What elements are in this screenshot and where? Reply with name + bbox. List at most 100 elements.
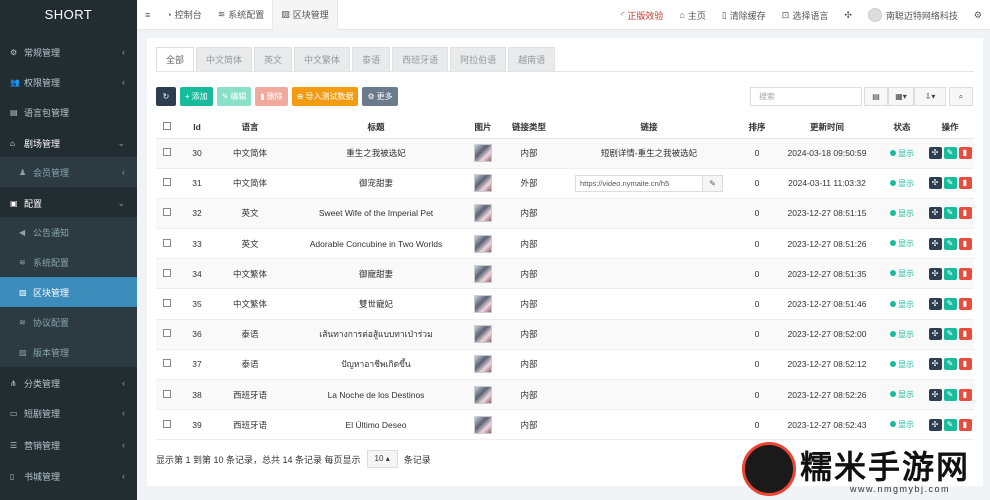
thumbnail-image[interactable] (474, 355, 492, 374)
row-delete-button[interactable]: ▮ (958, 237, 972, 250)
row-delete-button[interactable]: ▮ (958, 358, 972, 371)
row-delete-button[interactable]: ▮ (958, 298, 972, 311)
add-button[interactable]: + 添加 (180, 87, 213, 106)
import-test-data-button[interactable]: ⊕ 导入测试数据 (291, 87, 359, 106)
export-button[interactable]: ⇩▾ (914, 87, 946, 106)
link-url-field[interactable]: https://video.nymaite.cn/h5 ✎ (575, 174, 723, 192)
row-delete-button[interactable]: ▮ (958, 177, 972, 190)
sidebar-item[interactable]: ▯ 书城管理 ‹ (0, 461, 137, 491)
row-edit-button[interactable]: ✎ (943, 328, 957, 341)
search-toggle-button[interactable]: ⌕ (949, 87, 973, 106)
tab-sysconfig[interactable]: ≋ 系统配置 (210, 0, 273, 30)
app-logo[interactable]: SHORT (0, 0, 137, 30)
row-edit-button[interactable]: ✎ (943, 388, 957, 401)
row-select-cell[interactable] (156, 409, 178, 441)
drag-sort-button[interactable]: ✣ (928, 358, 942, 371)
drag-sort-button[interactable]: ✣ (928, 147, 942, 160)
thumbnail-image[interactable] (474, 415, 492, 434)
row-select-cell[interactable] (156, 349, 178, 381)
row-checkbox[interactable] (163, 148, 171, 157)
toggle-view-button[interactable]: ▤ (864, 87, 888, 106)
language-tab[interactable]: 中文简体 (196, 47, 253, 71)
row-select-cell[interactable] (156, 258, 178, 290)
row-checkbox[interactable] (163, 359, 171, 368)
drag-sort-button[interactable]: ✣ (928, 328, 942, 341)
sidebar-item[interactable]: ☰ 营销管理 ‹ (0, 430, 137, 460)
tab-blocks[interactable]: ▨ 区块管理 (272, 0, 338, 30)
thumbnail-image[interactable] (474, 295, 492, 314)
search-input[interactable]: 搜索 (750, 87, 862, 106)
drag-sort-button[interactable]: ✣ (928, 388, 942, 401)
thumbnail-image[interactable] (474, 204, 492, 223)
row-delete-button[interactable]: ▮ (958, 147, 972, 160)
row-checkbox[interactable] (163, 329, 171, 338)
row-select-cell[interactable] (156, 198, 178, 230)
sidebar-item[interactable]: ◀ 公告通知 (0, 217, 137, 247)
sidebar-item[interactable]: ▨ 版本管理 (0, 337, 137, 367)
page-size-select[interactable]: 10 ▴ (366, 450, 398, 468)
columns-button[interactable]: ▦▾ (888, 87, 914, 106)
drag-sort-button[interactable]: ✣ (928, 207, 942, 220)
language-tab[interactable]: 泰语 (352, 47, 391, 71)
sidebar-item[interactable]: ▣ 配置 ⌄ (0, 188, 137, 218)
thumbnail-image[interactable] (474, 174, 492, 193)
thumbnail-image[interactable] (474, 385, 492, 404)
language-tab[interactable]: 越南语 (508, 47, 556, 71)
settings-button[interactable]: ⚙ (966, 0, 990, 30)
row-edit-button[interactable]: ✎ (943, 267, 957, 280)
sidebar-item[interactable]: ▭ 短剧管理 ‹ (0, 398, 137, 428)
sidebar-item[interactable]: ▨ 区块管理 (0, 277, 137, 307)
drag-sort-button[interactable]: ✣ (928, 237, 942, 250)
row-edit-button[interactable]: ✎ (943, 418, 957, 431)
menu-toggle-button[interactable]: ≡ (137, 0, 158, 30)
row-edit-button[interactable]: ✎ (943, 147, 957, 160)
thumbnail-image[interactable] (474, 264, 492, 283)
language-tab[interactable]: 全部 (156, 47, 195, 71)
drag-sort-button[interactable]: ✣ (928, 418, 942, 431)
language-tab[interactable]: 阿拉伯语 (450, 47, 507, 71)
tab-dashboard[interactable]: ◔ 控制台 (158, 0, 209, 30)
select-all-header[interactable] (156, 116, 178, 139)
sidebar-item[interactable]: ≋ 系统配置 (0, 247, 137, 277)
sidebar-item[interactable]: ⋔ 分类管理 ‹ (0, 368, 137, 398)
language-select[interactable]: ⊡ 选择语言 (774, 0, 837, 30)
row-delete-button[interactable]: ▮ (958, 418, 972, 431)
sidebar-item[interactable]: ≋ 协议配置 (0, 307, 137, 337)
fullscreen-button[interactable]: ✣ (836, 0, 860, 30)
row-select-cell[interactable] (156, 138, 178, 169)
row-delete-button[interactable]: ▮ (958, 207, 972, 220)
row-select-cell[interactable] (156, 228, 178, 260)
user-menu[interactable]: 南聪迈特网络科技 (860, 0, 966, 30)
row-edit-button[interactable]: ✎ (943, 237, 957, 250)
row-checkbox[interactable] (163, 419, 171, 428)
home-link[interactable]: ⌂ 主页 (671, 0, 713, 30)
select-all-checkbox[interactable] (163, 121, 171, 130)
row-delete-button[interactable]: ▮ (958, 267, 972, 280)
row-checkbox[interactable] (163, 178, 171, 187)
sidebar-item[interactable]: 👥 权限管理 ‹ (0, 67, 137, 97)
drag-sort-button[interactable]: ✣ (928, 177, 942, 190)
row-checkbox[interactable] (163, 268, 171, 277)
sidebar-item[interactable]: ⚙ 常规管理 ‹ (0, 37, 137, 67)
more-button[interactable]: ⚙ 更多 (362, 87, 398, 106)
row-delete-button[interactable]: ▮ (958, 328, 972, 341)
row-delete-button[interactable]: ▮ (958, 388, 972, 401)
row-checkbox[interactable] (163, 389, 171, 398)
row-select-cell[interactable] (156, 379, 178, 411)
col-header-id[interactable]: Id (178, 116, 216, 139)
row-checkbox[interactable] (163, 208, 171, 217)
row-edit-button[interactable]: ✎ (943, 298, 957, 311)
row-checkbox[interactable] (163, 299, 171, 308)
thumbnail-image[interactable] (474, 234, 492, 253)
delete-button[interactable]: ▮ 删除 (255, 87, 288, 106)
drag-sort-button[interactable]: ✣ (928, 267, 942, 280)
row-edit-button[interactable]: ✎ (943, 207, 957, 220)
thumbnail-image[interactable] (474, 325, 492, 344)
language-tab[interactable]: 中文繁体 (294, 47, 351, 71)
row-edit-button[interactable]: ✎ (943, 177, 957, 190)
row-edit-button[interactable]: ✎ (943, 358, 957, 371)
refresh-button[interactable]: ↻ (156, 87, 176, 106)
language-tab[interactable]: 西班牙语 (392, 47, 449, 71)
genuine-check-link[interactable]: ◜ 正版效验 (613, 0, 672, 30)
row-select-cell[interactable] (156, 319, 178, 350)
